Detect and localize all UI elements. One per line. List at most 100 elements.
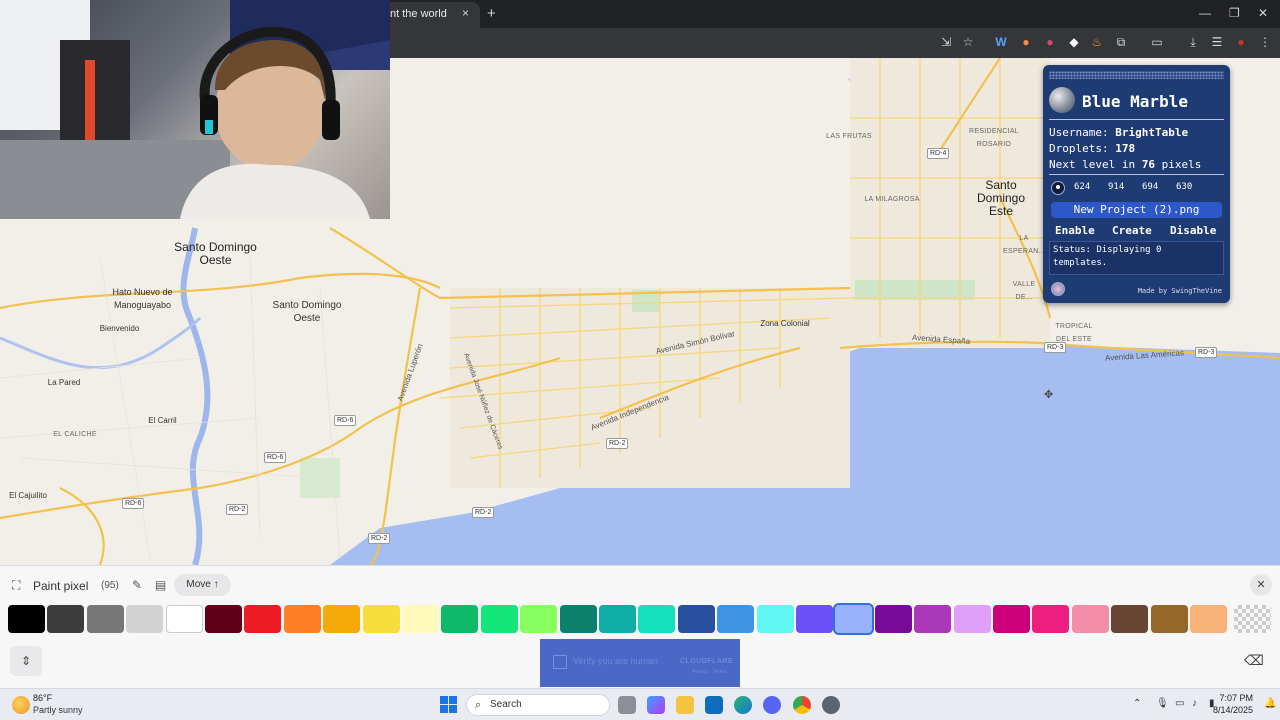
move-button[interactable]: Move ↑ xyxy=(174,574,231,596)
color-swatch[interactable] xyxy=(599,605,636,633)
extension-red-icon[interactable]: ● xyxy=(1043,35,1057,49)
color-swatch[interactable] xyxy=(441,605,479,633)
color-swatch[interactable] xyxy=(1150,605,1188,633)
color-swatch[interactable] xyxy=(833,603,875,635)
color-swatch[interactable] xyxy=(717,605,755,633)
color-swatch[interactable] xyxy=(165,605,203,633)
color-swatch[interactable] xyxy=(283,605,321,633)
image-icon[interactable]: ▤ xyxy=(155,578,166,592)
color-swatch[interactable] xyxy=(1111,605,1149,633)
extension-orange-icon[interactable]: ● xyxy=(1019,35,1033,49)
chrome-icon[interactable] xyxy=(793,696,811,714)
extension-diamond-icon[interactable]: ◆ xyxy=(1067,35,1081,49)
captcha-links[interactable]: Privacy · Terms xyxy=(692,669,726,675)
color-swatch[interactable] xyxy=(402,605,439,633)
color-swatch[interactable] xyxy=(205,605,242,633)
color-swatch[interactable] xyxy=(126,605,164,633)
color-swatch[interactable] xyxy=(874,605,912,633)
road-badge: RD-6 xyxy=(334,415,357,426)
color-swatch[interactable] xyxy=(559,605,597,633)
pencil-icon[interactable]: ✎ xyxy=(132,578,142,592)
blue-marble-panel[interactable]: Blue Marble Username: BrightTable Drople… xyxy=(1043,65,1230,303)
captcha-checkbox[interactable] xyxy=(553,655,567,669)
color-swatch[interactable] xyxy=(47,605,85,633)
notification-bell-icon[interactable]: 🔔 xyxy=(1264,698,1276,709)
color-swatch[interactable] xyxy=(796,605,833,633)
label-santo-domingo-oeste-small: Santo Domingo Oeste xyxy=(272,300,342,324)
extension-fire-icon[interactable]: ♨ xyxy=(1090,35,1104,49)
install-app-icon[interactable]: ⇲ xyxy=(939,35,953,49)
discord-icon[interactable] xyxy=(763,696,781,714)
username-value: BrightTable xyxy=(1115,126,1189,139)
coord-tile-x[interactable]: 624 xyxy=(1074,182,1090,192)
drag-handle[interactable] xyxy=(1049,71,1224,79)
color-swatch[interactable] xyxy=(323,605,361,633)
windows-start-icon[interactable] xyxy=(440,696,457,713)
create-button[interactable]: Create xyxy=(1112,224,1152,237)
color-swatch[interactable] xyxy=(480,605,518,633)
clock-time[interactable]: 7:07 PM xyxy=(1203,693,1253,703)
coordinate-row: 624 914 694 630 xyxy=(1049,181,1224,195)
bookmark-star-icon[interactable]: ☆ xyxy=(961,35,975,49)
edge-icon[interactable] xyxy=(734,696,752,714)
profile-avatar-icon[interactable]: ● xyxy=(1234,35,1248,49)
label-zona-colonial: Zona Colonial xyxy=(760,319,810,328)
extensions-puzzle-icon[interactable]: ⧉ xyxy=(1114,35,1128,49)
extension-w-icon[interactable]: W xyxy=(994,35,1008,49)
coord-tile-y[interactable]: 914 xyxy=(1108,182,1124,192)
enable-button[interactable]: Enable xyxy=(1055,224,1095,237)
coord-pixel-y[interactable]: 630 xyxy=(1176,182,1192,192)
outlook-icon[interactable] xyxy=(705,696,723,714)
transparent-swatch[interactable] xyxy=(1234,605,1271,633)
microphone-icon[interactable]: 🎙 xyxy=(1156,698,1169,709)
color-swatch[interactable] xyxy=(993,605,1030,633)
reading-list-icon[interactable]: ☰ xyxy=(1210,35,1224,49)
disable-button[interactable]: Disable xyxy=(1170,224,1216,237)
task-view-icon[interactable] xyxy=(618,696,636,714)
side-panel-icon[interactable]: ▭ xyxy=(1150,35,1164,49)
tab-close-icon[interactable]: × xyxy=(462,6,469,20)
close-paint-button[interactable]: ✕ xyxy=(1250,574,1272,596)
weather-description[interactable]: Partly sunny xyxy=(33,705,83,715)
color-swatch[interactable] xyxy=(1032,605,1070,633)
copilot-icon[interactable] xyxy=(647,696,665,714)
close-window-icon[interactable]: ✕ xyxy=(1258,6,1268,20)
color-swatch[interactable] xyxy=(8,605,45,633)
search-label: Search xyxy=(490,699,522,710)
color-swatch[interactable] xyxy=(914,605,952,633)
color-swatch[interactable] xyxy=(362,605,400,633)
clock-date[interactable]: 8/14/2025 xyxy=(1203,705,1253,715)
location-pin-icon[interactable] xyxy=(1051,181,1065,195)
template-file-button[interactable]: New Project (2).png xyxy=(1051,202,1222,218)
fullscreen-icon[interactable]: ⛶ xyxy=(12,578,20,593)
app-icon[interactable] xyxy=(822,696,840,714)
weather-temperature[interactable]: 86°F xyxy=(33,693,52,703)
color-swatch[interactable] xyxy=(244,605,282,633)
color-swatch[interactable] xyxy=(1071,605,1109,633)
color-swatch[interactable] xyxy=(86,605,124,633)
color-swatch[interactable] xyxy=(520,605,558,633)
new-tab-icon[interactable]: + xyxy=(487,5,496,22)
color-swatch[interactable] xyxy=(638,605,676,633)
volume-icon[interactable]: ♪ xyxy=(1192,698,1197,709)
label-residencial: RESIDENCIAL ROSARIO xyxy=(969,128,1019,148)
network-icon[interactable]: ▭ xyxy=(1175,698,1184,709)
color-swatch[interactable] xyxy=(677,605,715,633)
file-explorer-icon[interactable] xyxy=(676,696,694,714)
maximize-icon[interactable]: ❐ xyxy=(1229,6,1240,20)
author-avatar-icon xyxy=(1051,282,1065,296)
browser-menu-icon[interactable]: ⋮ xyxy=(1258,35,1272,49)
eraser-icon[interactable]: ⌫ xyxy=(1240,646,1268,674)
color-swatch[interactable] xyxy=(1190,605,1227,633)
taskbar-search[interactable]: ⌕ Search xyxy=(466,694,610,716)
show-hidden-icons-icon[interactable]: ⌃ xyxy=(1133,698,1141,709)
captcha-widget[interactable]: Verify you are human CLOUDFLARE Privacy … xyxy=(540,639,740,687)
expand-chevron-icon[interactable]: ⇕ xyxy=(10,646,42,676)
color-swatch[interactable] xyxy=(756,605,794,633)
road-badge: RD-2 xyxy=(368,533,391,544)
download-icon[interactable]: ⤓ xyxy=(1186,35,1200,49)
minimize-icon[interactable]: — xyxy=(1199,6,1211,20)
coord-pixel-x[interactable]: 694 xyxy=(1142,182,1158,192)
weather-sun-icon[interactable] xyxy=(12,696,30,714)
color-swatch[interactable] xyxy=(953,605,991,633)
